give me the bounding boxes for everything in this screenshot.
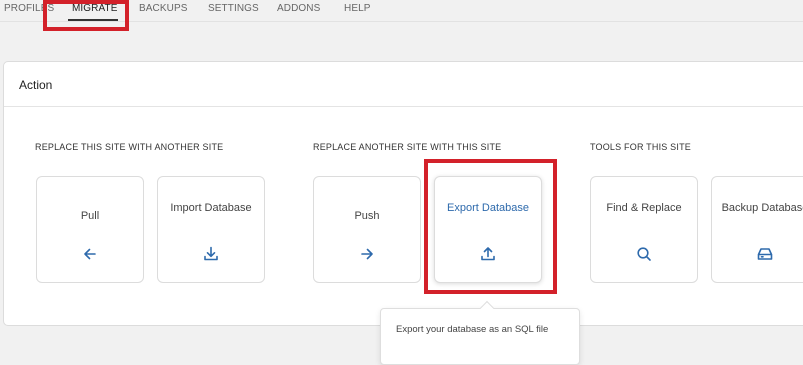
card-label: Pull [80,210,100,222]
export-card-highlight [424,159,557,294]
arrow-left-icon [37,245,143,263]
search-icon [591,245,697,263]
import-database-card[interactable]: Import Database [157,176,265,283]
arrow-right-icon [314,245,420,263]
card-label: Import Database [170,202,252,214]
section-label-tools: TOOLS FOR THIS SITE [590,142,691,152]
panel-title: Action [19,78,53,92]
tab-backups[interactable]: BACKUPS [139,3,188,14]
export-tooltip: Export your database as an SQL file [380,308,580,365]
card-label: Push [354,210,380,222]
panel-header: Action [4,62,803,107]
find-replace-card[interactable]: Find & Replace [590,176,698,283]
tooltip-text: Export your database as an SQL file [396,324,549,335]
card-label: Find & Replace [606,202,682,214]
migrate-tab-highlight [43,0,129,31]
card-label: Backup Database [721,202,803,214]
section-label-pull: REPLACE THIS SITE WITH ANOTHER SITE [35,142,224,152]
push-card[interactable]: Push [313,176,421,283]
tab-settings[interactable]: SETTINGS [208,3,259,14]
download-icon [158,245,264,263]
backup-database-card[interactable]: Backup Database [711,176,803,283]
tab-help[interactable]: HELP [344,3,371,14]
tab-addons[interactable]: ADDONS [277,3,320,14]
hard-drive-icon [712,245,803,263]
section-label-push: REPLACE ANOTHER SITE WITH THIS SITE [313,142,502,152]
pull-card[interactable]: Pull [36,176,144,283]
